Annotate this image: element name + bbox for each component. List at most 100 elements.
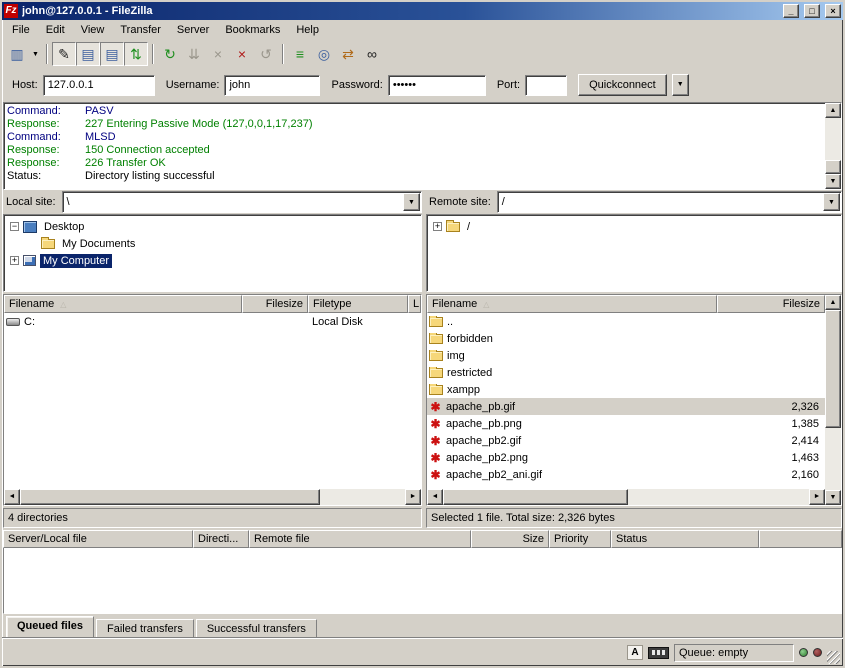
menu-file[interactable]: File xyxy=(4,21,38,39)
file-row[interactable]: restricted xyxy=(427,364,825,381)
column-filesize[interactable]: Filesize xyxy=(717,295,825,313)
tree-item-desktop[interactable]: − Desktop xyxy=(6,218,421,235)
scrollbar-track[interactable] xyxy=(320,489,405,505)
file-row[interactable]: .. xyxy=(427,313,825,330)
remote-vscrollbar[interactable]: ▲ ▼ xyxy=(825,295,841,505)
minimize-button[interactable]: _ xyxy=(783,4,799,18)
quickconnect-dropdown-icon[interactable]: ▼ xyxy=(672,74,689,96)
file-row[interactable]: ✱apache_pb2_ani.gif 2,160 xyxy=(427,466,825,483)
scrollbar-track[interactable] xyxy=(825,428,841,490)
local-site-combo[interactable]: \ ▼ xyxy=(62,191,422,213)
scrollbar-thumb[interactable] xyxy=(825,160,841,174)
filezilla-window: Fz john@127.0.0.1 - FileZilla _ □ × File… xyxy=(0,0,845,668)
toolbar-separator xyxy=(282,44,284,64)
transfer-queue: Server/Local file Directi... Remote file… xyxy=(2,528,843,638)
port-label: Port: xyxy=(497,79,520,91)
find-files-icon[interactable]: ∞ xyxy=(360,42,384,66)
maximize-button[interactable]: □ xyxy=(804,4,820,18)
queue-body xyxy=(3,548,842,614)
disconnect-icon[interactable]: × xyxy=(230,42,254,66)
column-direction[interactable]: Directi... xyxy=(193,530,249,548)
local-hscrollbar[interactable]: ◄ ► xyxy=(4,489,421,505)
chevron-down-icon[interactable]: ▼ xyxy=(823,193,840,211)
chevron-down-icon[interactable]: ▼ xyxy=(403,193,420,211)
menu-server[interactable]: Server xyxy=(169,21,217,39)
quickconnect-button[interactable]: Quickconnect xyxy=(578,74,667,96)
scrollbar-track[interactable] xyxy=(628,489,809,505)
scroll-down-icon[interactable]: ▼ xyxy=(825,490,841,505)
column-status[interactable]: Status xyxy=(611,530,759,548)
tree-item-my-computer[interactable]: + My Computer xyxy=(6,252,421,269)
column-filename[interactable]: Filename△ xyxy=(4,295,242,313)
scrollbar-thumb[interactable] xyxy=(825,310,841,428)
column-filesize[interactable]: Filesize xyxy=(242,295,308,313)
compare-icon[interactable]: ◎ xyxy=(312,42,336,66)
toggle-local-tree-icon[interactable]: ▤ xyxy=(76,42,100,66)
process-queue-icon[interactable]: ⇊ xyxy=(182,42,206,66)
scroll-up-icon[interactable]: ▲ xyxy=(825,103,841,118)
remote-tree: + / xyxy=(426,214,842,292)
cancel-icon[interactable]: × xyxy=(206,42,230,66)
menu-view[interactable]: View xyxy=(73,21,113,39)
tree-item-my-documents[interactable]: My Documents xyxy=(6,235,421,252)
column-last-modified[interactable]: L xyxy=(408,295,421,313)
column-server-local-file[interactable]: Server/Local file xyxy=(3,530,193,548)
file-row[interactable]: ✱apache_pb2.gif 2,414 xyxy=(427,432,825,449)
tree-item-root[interactable]: + / xyxy=(429,218,841,235)
file-row[interactable]: ✱apache_pb.png 1,385 xyxy=(427,415,825,432)
file-row[interactable]: xampp xyxy=(427,381,825,398)
scroll-left-icon[interactable]: ◄ xyxy=(427,489,443,505)
username-input[interactable] xyxy=(224,75,320,96)
window-title: john@127.0.0.1 - FileZilla xyxy=(22,5,778,17)
expand-icon[interactable]: + xyxy=(10,256,19,265)
close-button[interactable]: × xyxy=(825,4,841,18)
file-row[interactable]: forbidden xyxy=(427,330,825,347)
file-row[interactable]: img xyxy=(427,347,825,364)
toggle-queue-icon[interactable]: ⇅ xyxy=(124,42,148,66)
tab-failed-transfers[interactable]: Failed transfers xyxy=(96,619,194,638)
scrollbar-thumb[interactable] xyxy=(443,489,628,505)
file-row[interactable]: ✱apache_pb2.png 1,463 xyxy=(427,449,825,466)
title-bar[interactable]: Fz john@127.0.0.1 - FileZilla _ □ × xyxy=(2,2,843,20)
column-priority[interactable]: Priority xyxy=(549,530,611,548)
scroll-right-icon[interactable]: ► xyxy=(405,489,421,505)
menu-transfer[interactable]: Transfer xyxy=(112,21,169,39)
resize-grip[interactable] xyxy=(827,651,840,664)
column-filetype[interactable]: Filetype xyxy=(308,295,408,313)
site-manager-dropdown-icon[interactable]: ▼ xyxy=(29,42,42,66)
scroll-left-icon[interactable]: ◄ xyxy=(4,489,20,505)
menu-edit[interactable]: Edit xyxy=(38,21,73,39)
password-input[interactable] xyxy=(388,75,486,96)
app-icon: Fz xyxy=(4,4,18,18)
menu-bookmarks[interactable]: Bookmarks xyxy=(217,21,288,39)
filter-icon[interactable]: ≡ xyxy=(288,42,312,66)
log-lines: Command:PASV Response:227 Entering Passi… xyxy=(4,103,825,189)
toggle-remote-tree-icon[interactable]: ▤ xyxy=(100,42,124,66)
column-size[interactable]: Size xyxy=(471,530,549,548)
sync-browse-icon[interactable]: ⇄ xyxy=(336,42,360,66)
image-file-icon: ✱ xyxy=(429,401,442,413)
remote-hscrollbar[interactable]: ◄ ► xyxy=(427,489,825,505)
file-row-selected[interactable]: ✱apache_pb.gif 2,326 xyxy=(427,398,825,415)
tab-queued-files[interactable]: Queued files xyxy=(6,616,94,638)
menu-help[interactable]: Help xyxy=(288,21,327,39)
site-manager-icon[interactable]: ▥ xyxy=(5,42,29,66)
remote-site-combo[interactable]: / ▼ xyxy=(497,191,842,213)
file-row-c-drive[interactable]: C: Local Disk xyxy=(4,313,421,330)
expand-icon[interactable]: + xyxy=(433,222,442,231)
column-filename[interactable]: Filename△ xyxy=(427,295,717,313)
column-remote-file[interactable]: Remote file xyxy=(249,530,471,548)
reconnect-icon[interactable]: ↺ xyxy=(254,42,278,66)
toggle-log-icon[interactable]: ✎ xyxy=(52,42,76,66)
scrollbar-thumb[interactable] xyxy=(20,489,320,505)
port-input[interactable] xyxy=(525,75,567,96)
collapse-icon[interactable]: − xyxy=(10,222,19,231)
log-scrollbar[interactable]: ▲ ▼ xyxy=(825,103,841,189)
tab-successful-transfers[interactable]: Successful transfers xyxy=(196,619,317,638)
scrollbar-track[interactable] xyxy=(825,118,841,160)
host-input[interactable] xyxy=(43,75,155,96)
scroll-down-icon[interactable]: ▼ xyxy=(825,174,841,189)
refresh-icon[interactable]: ↻ xyxy=(158,42,182,66)
scroll-right-icon[interactable]: ► xyxy=(809,489,825,505)
scroll-up-icon[interactable]: ▲ xyxy=(825,295,841,310)
